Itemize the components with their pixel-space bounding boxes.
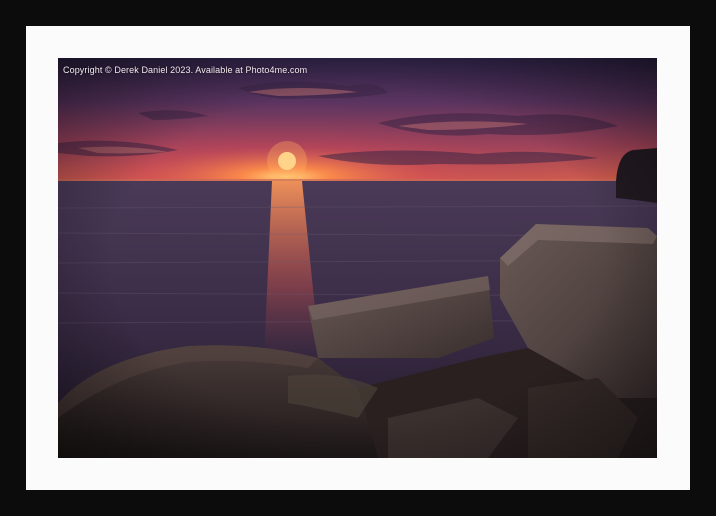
picture-frame: Copyright © Derek Daniel 2023. Available… [0,0,716,516]
framed-photo [58,58,657,458]
copyright-watermark: Copyright © Derek Daniel 2023. Available… [63,65,308,75]
sunset-seascape-image [58,58,657,458]
